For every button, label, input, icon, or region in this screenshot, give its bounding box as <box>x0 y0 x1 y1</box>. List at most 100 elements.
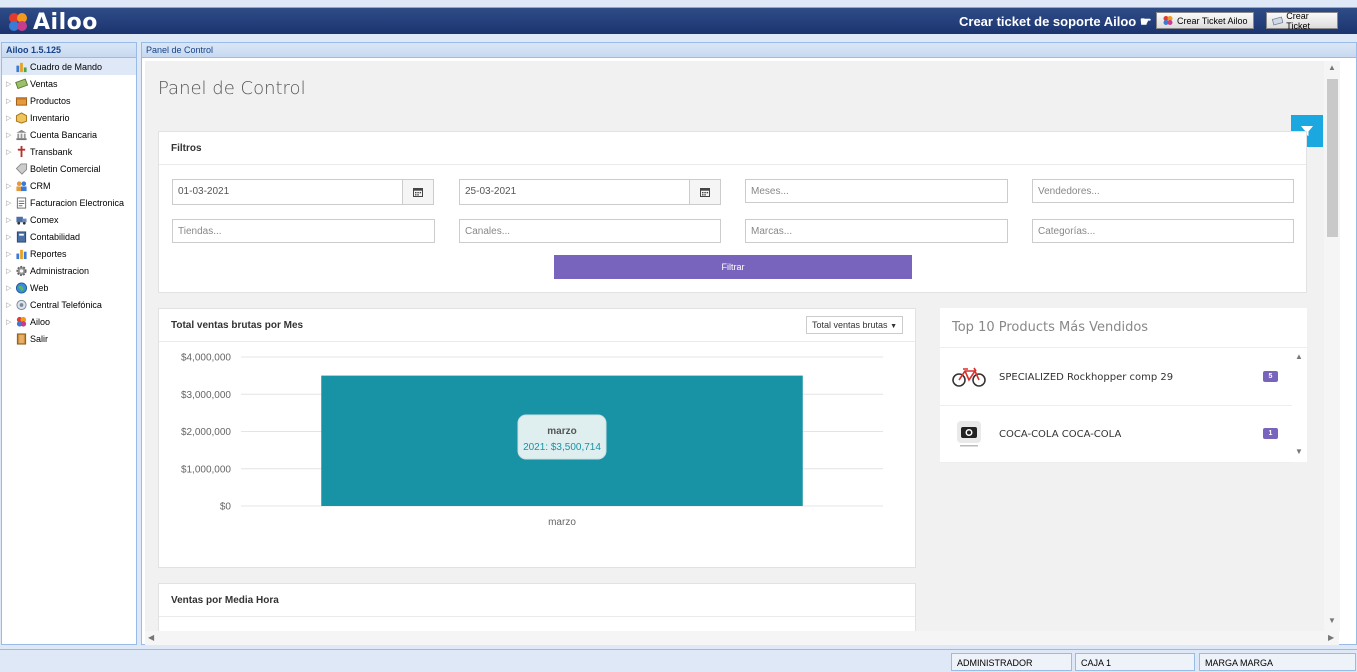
scroll-right-icon[interactable]: ▶ <box>1328 633 1334 642</box>
expand-arrow-icon[interactable]: ▷ <box>6 182 15 190</box>
x-tick-label: marzo <box>548 517 576 528</box>
expand-arrow-icon[interactable]: ▷ <box>6 131 15 139</box>
product-name: SPECIALIZED Rockhopper comp 29 <box>999 371 1174 383</box>
sidebar-item-label: Facturacion Electronica <box>30 197 125 208</box>
sales-chart-title: Total ventas brutas por Mes <box>159 309 915 342</box>
money-icon <box>15 77 28 89</box>
list-scroll-down-icon[interactable]: ▼ <box>1295 447 1303 456</box>
y-tick-label: $4,000,000 <box>181 353 231 364</box>
date-to-input[interactable]: 25-03-2021 <box>459 179 690 205</box>
tag-icon <box>15 162 28 175</box>
tooltip-value: 2021: $3,500,714 <box>523 442 601 453</box>
sidebar-item-productos[interactable]: ▷ Productos <box>2 92 136 109</box>
expand-arrow-icon[interactable]: ▷ <box>6 80 15 88</box>
sidebar-item-cuenta-bancaria[interactable]: ▷ Cuenta Bancaria <box>2 126 136 143</box>
tooltip-title: marzo <box>547 426 576 437</box>
status-brand: MARGA MARGA <box>1199 653 1356 671</box>
ailoo-logo-icon <box>9 13 27 31</box>
top10-title: Top 10 Products Más Vendidos <box>940 308 1307 348</box>
sidebar-item-crm[interactable]: ▷ CRM <box>2 177 136 194</box>
caret-down-icon: ▼ <box>890 323 897 330</box>
status-register: CAJA 1 <box>1075 653 1195 671</box>
list-item[interactable]: SPECIALIZED Rockhopper comp 29 5 <box>940 349 1292 406</box>
truck-icon <box>16 216 27 225</box>
product-count-badge: 5 <box>1263 371 1278 382</box>
sidebar-item-web[interactable]: ▷ Web <box>2 279 136 296</box>
expand-arrow-icon[interactable]: ▷ <box>6 301 15 309</box>
page-title: Panel de Control <box>158 78 306 99</box>
main-panel: Panel de Control Panel de Control Filtro… <box>141 42 1357 645</box>
expand-arrow-icon[interactable]: ▷ <box>6 318 15 326</box>
ledger-icon <box>16 230 27 243</box>
list-scroll-up-icon[interactable]: ▲ <box>1295 352 1303 361</box>
sidebar-item-administracion[interactable]: ▷ Administracion <box>2 262 136 279</box>
y-tick-label: $3,000,000 <box>181 390 231 401</box>
sidebar-item-inventario[interactable]: ▷ Inventario <box>2 109 136 126</box>
half-hour-sales-title: Ventas por Media Hora <box>159 584 915 617</box>
sidebar-item-label: Productos <box>30 95 71 106</box>
horizontal-scrollbar[interactable]: ◀ ▶ <box>145 631 1339 645</box>
filters-panel: Filtros 01-03-2021 25-03-2021 Meses... V… <box>158 131 1307 293</box>
date-from-input[interactable]: 01-03-2021 <box>172 179 403 205</box>
create-ticket-button[interactable]: Crear Ticket <box>1266 10 1338 31</box>
scroll-up-icon[interactable]: ▲ <box>1328 63 1336 72</box>
scrollbar-thumb[interactable] <box>1327 79 1338 237</box>
create-ticket-label: Crear Ticket <box>1286 10 1310 31</box>
cross-icon <box>17 145 26 157</box>
sales-chart-panel: Total ventas brutas por Mes Total ventas… <box>158 308 916 568</box>
tiendas-select[interactable]: Tiendas... <box>172 219 435 243</box>
list-item[interactable]: COCA-COLA COCA-COLA 1 <box>940 406 1292 463</box>
expand-arrow-icon[interactable]: ▷ <box>6 97 15 105</box>
create-ticket-ailoo-button[interactable]: Crear Ticket Ailoo <box>1156 12 1254 29</box>
expand-arrow-icon[interactable]: ▷ <box>6 250 15 258</box>
canales-select[interactable]: Canales... <box>459 219 721 243</box>
sidebar-item-central-telef-nica[interactable]: ▷ Central Telefónica <box>2 296 136 313</box>
sales-bar-chart: $0 $1,000,000 $2,000,000 $3,000,000 $4,000,0… <box>181 353 883 528</box>
bicycle-icon <box>950 362 988 392</box>
expand-arrow-icon[interactable]: ▷ <box>6 233 15 241</box>
chart-metric-value: Total ventas brutas <box>812 320 888 330</box>
sidebar-item-contabilidad[interactable]: ▷ Contabilidad <box>2 228 136 245</box>
vertical-scrollbar[interactable]: ▲ ▼ <box>1324 61 1340 631</box>
expand-arrow-icon[interactable]: ▷ <box>6 284 15 292</box>
sidebar-item-label: Transbank <box>30 146 73 157</box>
expand-arrow-icon[interactable]: ▷ <box>6 148 15 156</box>
people-icon <box>16 180 27 191</box>
gear-icon <box>16 265 27 276</box>
expand-arrow-icon[interactable]: ▷ <box>6 114 15 122</box>
y-tick-label: $0 <box>220 502 232 513</box>
sidebar-item-transbank[interactable]: ▷ Transbank <box>2 143 136 160</box>
scroll-left-icon[interactable]: ◀ <box>148 633 154 642</box>
sidebar-item-facturacion-electronica[interactable]: ▷ Facturacion Electronica <box>2 194 136 211</box>
categorias-select[interactable]: Categorías... <box>1032 219 1294 243</box>
y-tick-label: $2,000,000 <box>181 427 231 438</box>
sidebar-item-comex[interactable]: ▷ Comex <box>2 211 136 228</box>
camera-placeholder-icon <box>950 419 988 449</box>
expand-arrow-icon[interactable]: ▷ <box>6 267 15 275</box>
create-ticket-ailoo-label: Crear Ticket Ailoo <box>1177 15 1248 26</box>
sidebar-item-label: Salir <box>30 333 49 344</box>
chart-metric-dropdown[interactable]: Total ventas brutas ▼ <box>806 316 903 334</box>
sidebar-item-salir[interactable]: Salir <box>2 330 136 347</box>
filtrar-button[interactable]: Filtrar <box>554 255 912 279</box>
sidebar-item-label: Ventas <box>30 78 58 89</box>
vendedores-select[interactable]: Vendedores... <box>1032 179 1294 203</box>
sidebar-item-ailoo[interactable]: ▷ Ailoo <box>2 313 136 330</box>
sidebar-item-ventas[interactable]: ▷ Ventas <box>2 75 136 92</box>
phone-icon <box>16 299 27 310</box>
scroll-down-icon[interactable]: ▼ <box>1328 616 1336 625</box>
sidebar-item-cuadro-de-mando[interactable]: Cuadro de Mando <box>2 58 136 75</box>
sidebar-version: Ailoo 1.5.125 <box>2 43 136 58</box>
date-to-calendar-button[interactable] <box>689 179 721 205</box>
sidebar-item-reportes[interactable]: ▷ Reportes <box>2 245 136 262</box>
meses-select[interactable]: Meses... <box>745 179 1008 203</box>
expand-arrow-icon[interactable]: ▷ <box>6 216 15 224</box>
marcas-select[interactable]: Marcas... <box>745 219 1008 243</box>
nav-tree: Cuadro de Mando ▷ Ventas ▷ Productos ▷ Inventa… <box>2 58 136 347</box>
tab-panel-de-control[interactable]: Panel de Control <box>142 43 1356 58</box>
ailoo-logo-icon <box>16 316 27 327</box>
date-from-calendar-button[interactable] <box>402 179 434 205</box>
box-icon <box>15 96 28 106</box>
expand-arrow-icon[interactable]: ▷ <box>6 199 15 207</box>
sidebar-item-boletin-comercial[interactable]: Boletin Comercial <box>2 160 136 177</box>
